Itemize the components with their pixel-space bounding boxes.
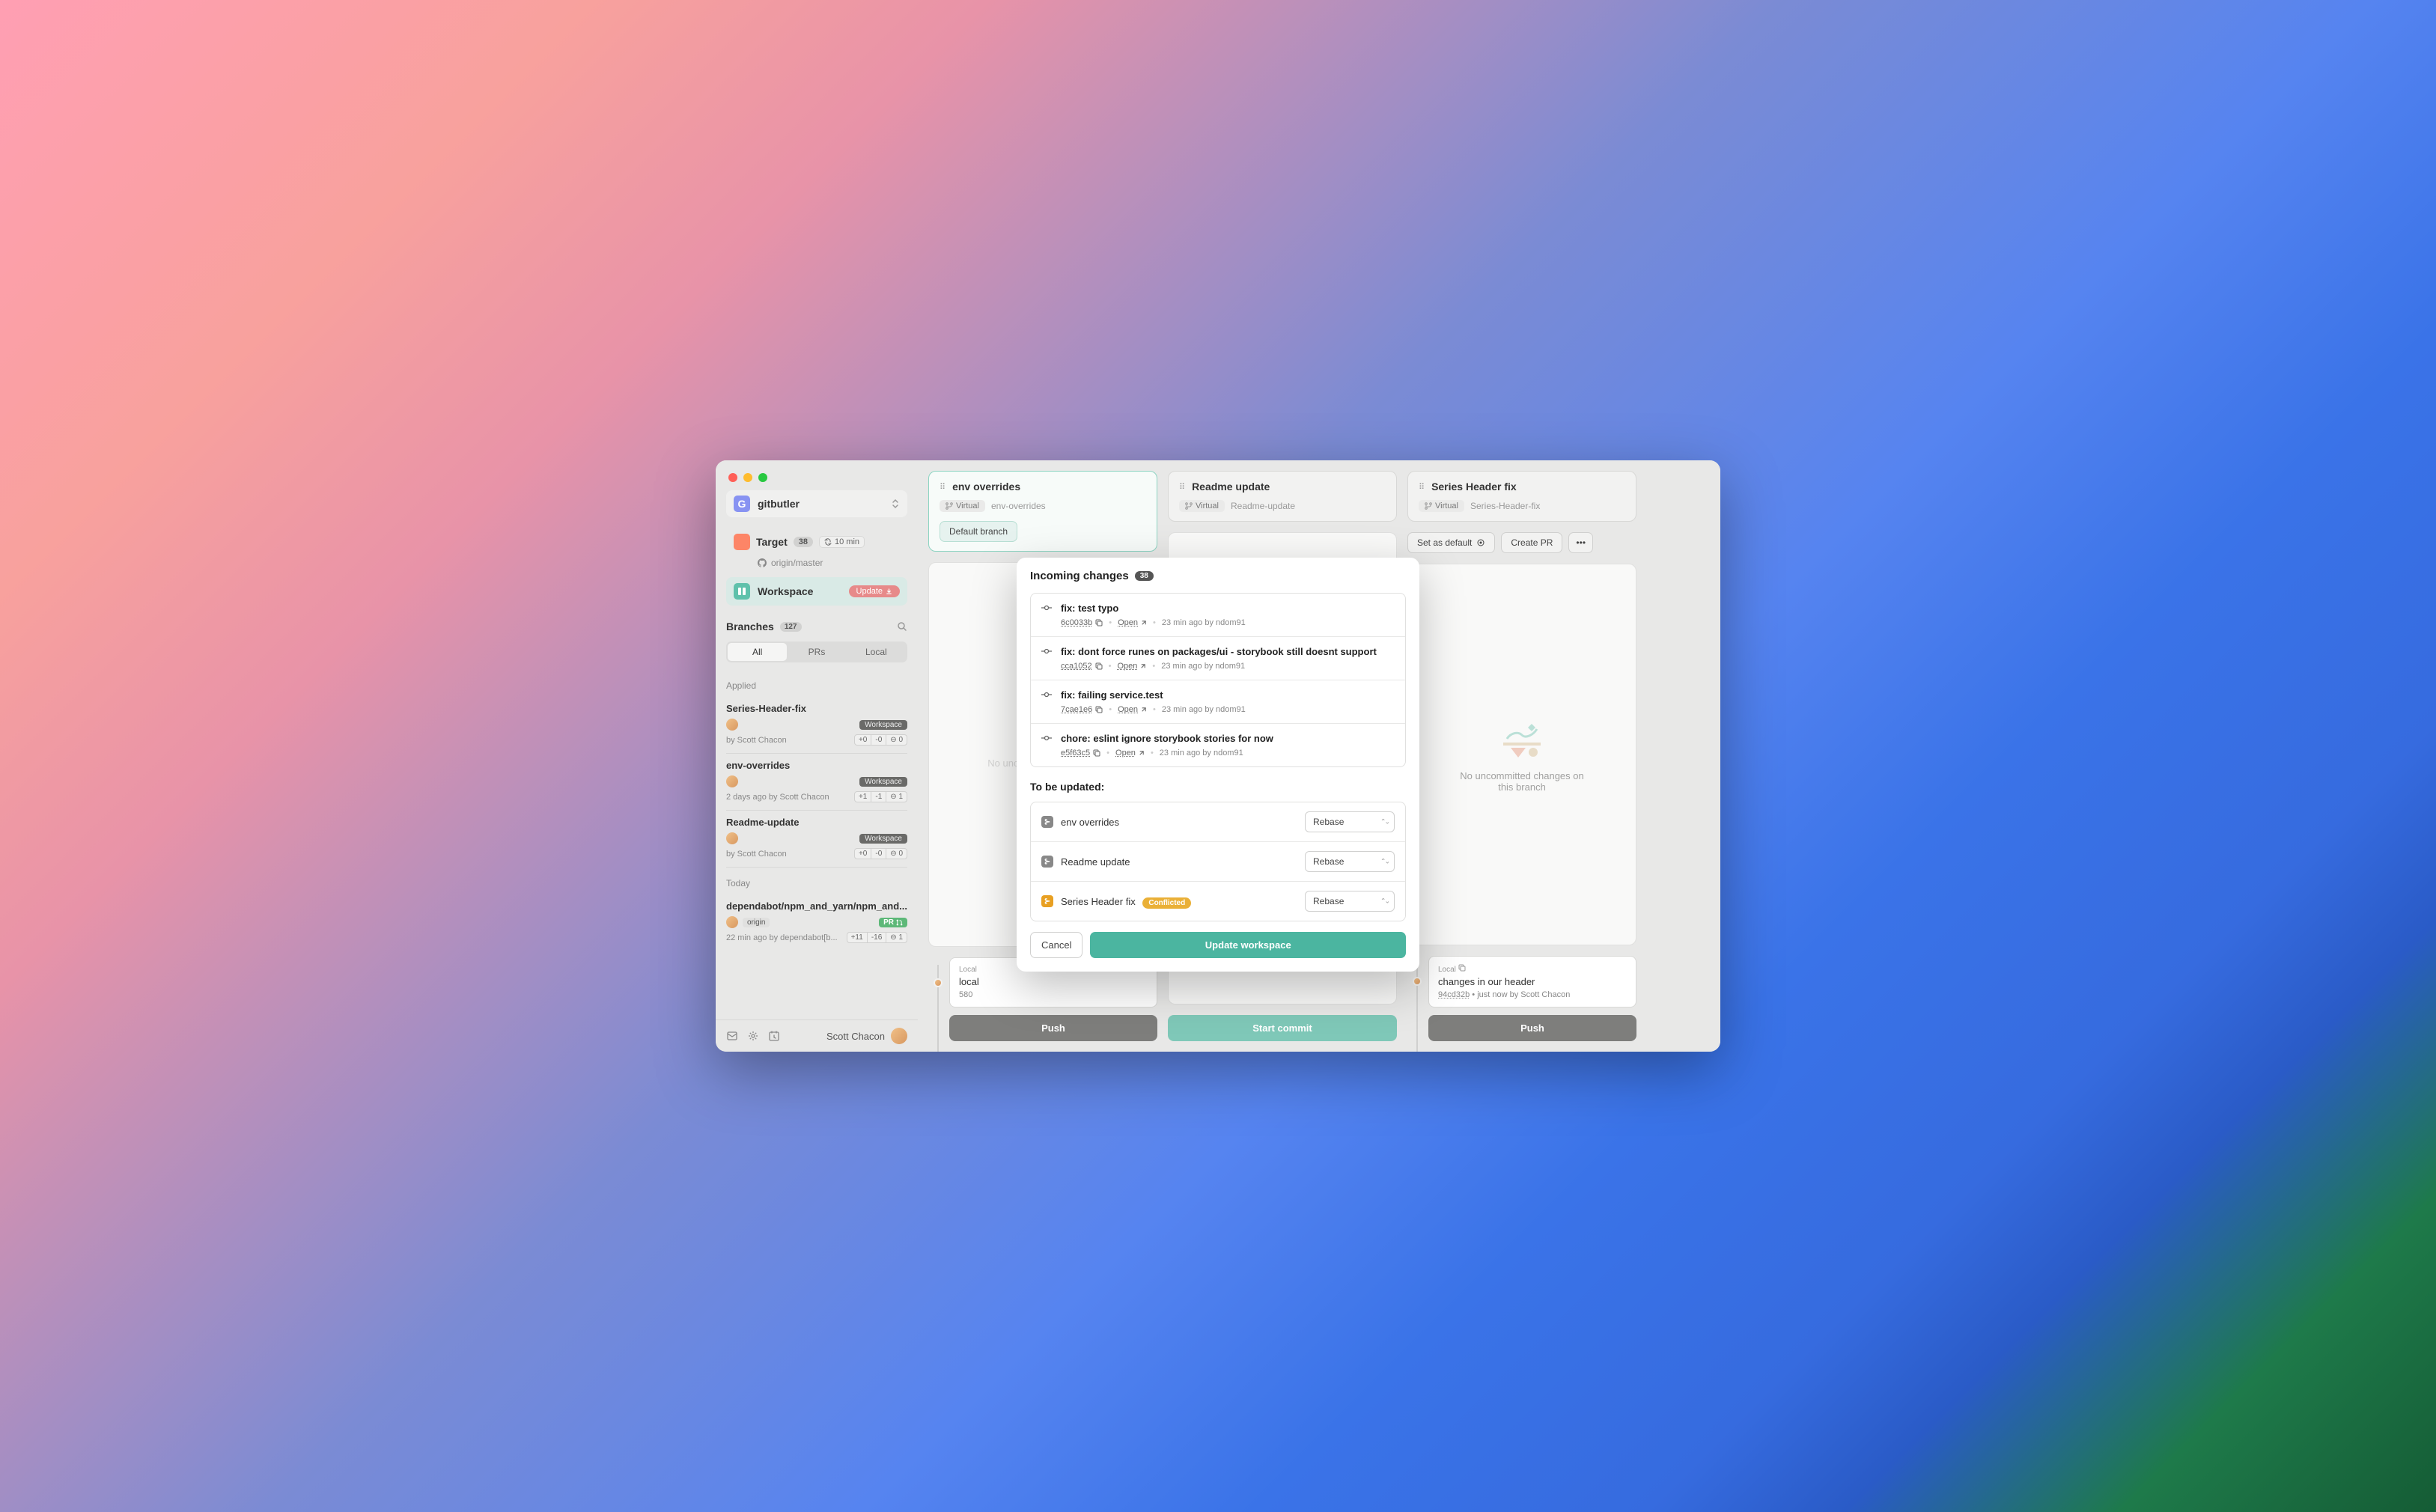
copy-icon[interactable] [1095, 662, 1103, 670]
update-workspace-button[interactable]: Update workspace [1090, 932, 1406, 958]
copy-icon[interactable] [1093, 749, 1100, 757]
update-row: ⊱ env overrides Rebase [1031, 802, 1405, 842]
commit-hash[interactable]: e5f63c5 [1061, 749, 1100, 757]
external-link-icon [1138, 750, 1145, 757]
external-link-icon [1140, 620, 1147, 627]
external-link-icon [1139, 663, 1146, 670]
open-link[interactable]: Open [1118, 618, 1147, 627]
branch-square-icon: ⊱ [1041, 856, 1053, 868]
modal-header: Incoming changes 38 [1017, 558, 1419, 593]
commit-row[interactable]: chore: eslint ignore storybook stories f… [1031, 724, 1405, 766]
incoming-changes-modal: Incoming changes 38 fix: test typo 6c003… [1017, 558, 1419, 972]
commit-row[interactable]: fix: dont force runes on packages/ui - s… [1031, 637, 1405, 680]
app-window: G gitbutler Target 38 10 min origin/mast… [716, 460, 1720, 1052]
action-select[interactable]: Rebase [1305, 851, 1395, 872]
commit-row[interactable]: fix: test typo 6c0033b • Open • 23 min a… [1031, 594, 1405, 637]
update-row: ⊱ Series Header fix Conflicted Rebase [1031, 882, 1405, 921]
branch-square-icon: ⊱ [1041, 816, 1053, 828]
modal-overlay: Incoming changes 38 fix: test typo 6c003… [716, 460, 1720, 1052]
external-link-icon [1140, 707, 1147, 713]
action-select-wrap: Rebase [1305, 891, 1395, 912]
action-select-wrap: Rebase [1305, 851, 1395, 872]
update-row: ⊱ Readme update Rebase [1031, 842, 1405, 882]
open-link[interactable]: Open [1117, 662, 1146, 671]
commit-glyph-icon [1041, 604, 1052, 612]
open-link[interactable]: Open [1118, 705, 1147, 714]
conflict-badge: Conflicted [1142, 897, 1191, 909]
update-list: ⊱ env overrides Rebase ⊱ Readme update R… [1030, 802, 1406, 921]
open-link[interactable]: Open [1115, 749, 1145, 757]
modal-footer: Cancel Update workspace [1017, 932, 1419, 972]
copy-icon[interactable] [1095, 619, 1103, 627]
action-select-wrap: Rebase [1305, 811, 1395, 832]
action-select[interactable]: Rebase [1305, 811, 1395, 832]
cancel-button[interactable]: Cancel [1030, 932, 1083, 958]
commit-hash[interactable]: cca1052 [1061, 662, 1103, 671]
incoming-commit-list: fix: test typo 6c0033b • Open • 23 min a… [1030, 593, 1406, 767]
update-section: To be updated: ⊱ env overrides Rebase ⊱ … [1017, 767, 1419, 932]
commit-row[interactable]: fix: failing service.test 7cae1e6 • Open… [1031, 680, 1405, 724]
commit-hash[interactable]: 7cae1e6 [1061, 705, 1103, 714]
commit-glyph-icon [1041, 691, 1052, 698]
modal-count-badge: 38 [1135, 571, 1154, 581]
commit-hash[interactable]: 6c0033b [1061, 618, 1103, 627]
action-select[interactable]: Rebase [1305, 891, 1395, 912]
commit-glyph-icon [1041, 734, 1052, 742]
branch-square-icon: ⊱ [1041, 895, 1053, 907]
copy-icon[interactable] [1095, 706, 1103, 713]
commit-glyph-icon [1041, 647, 1052, 655]
